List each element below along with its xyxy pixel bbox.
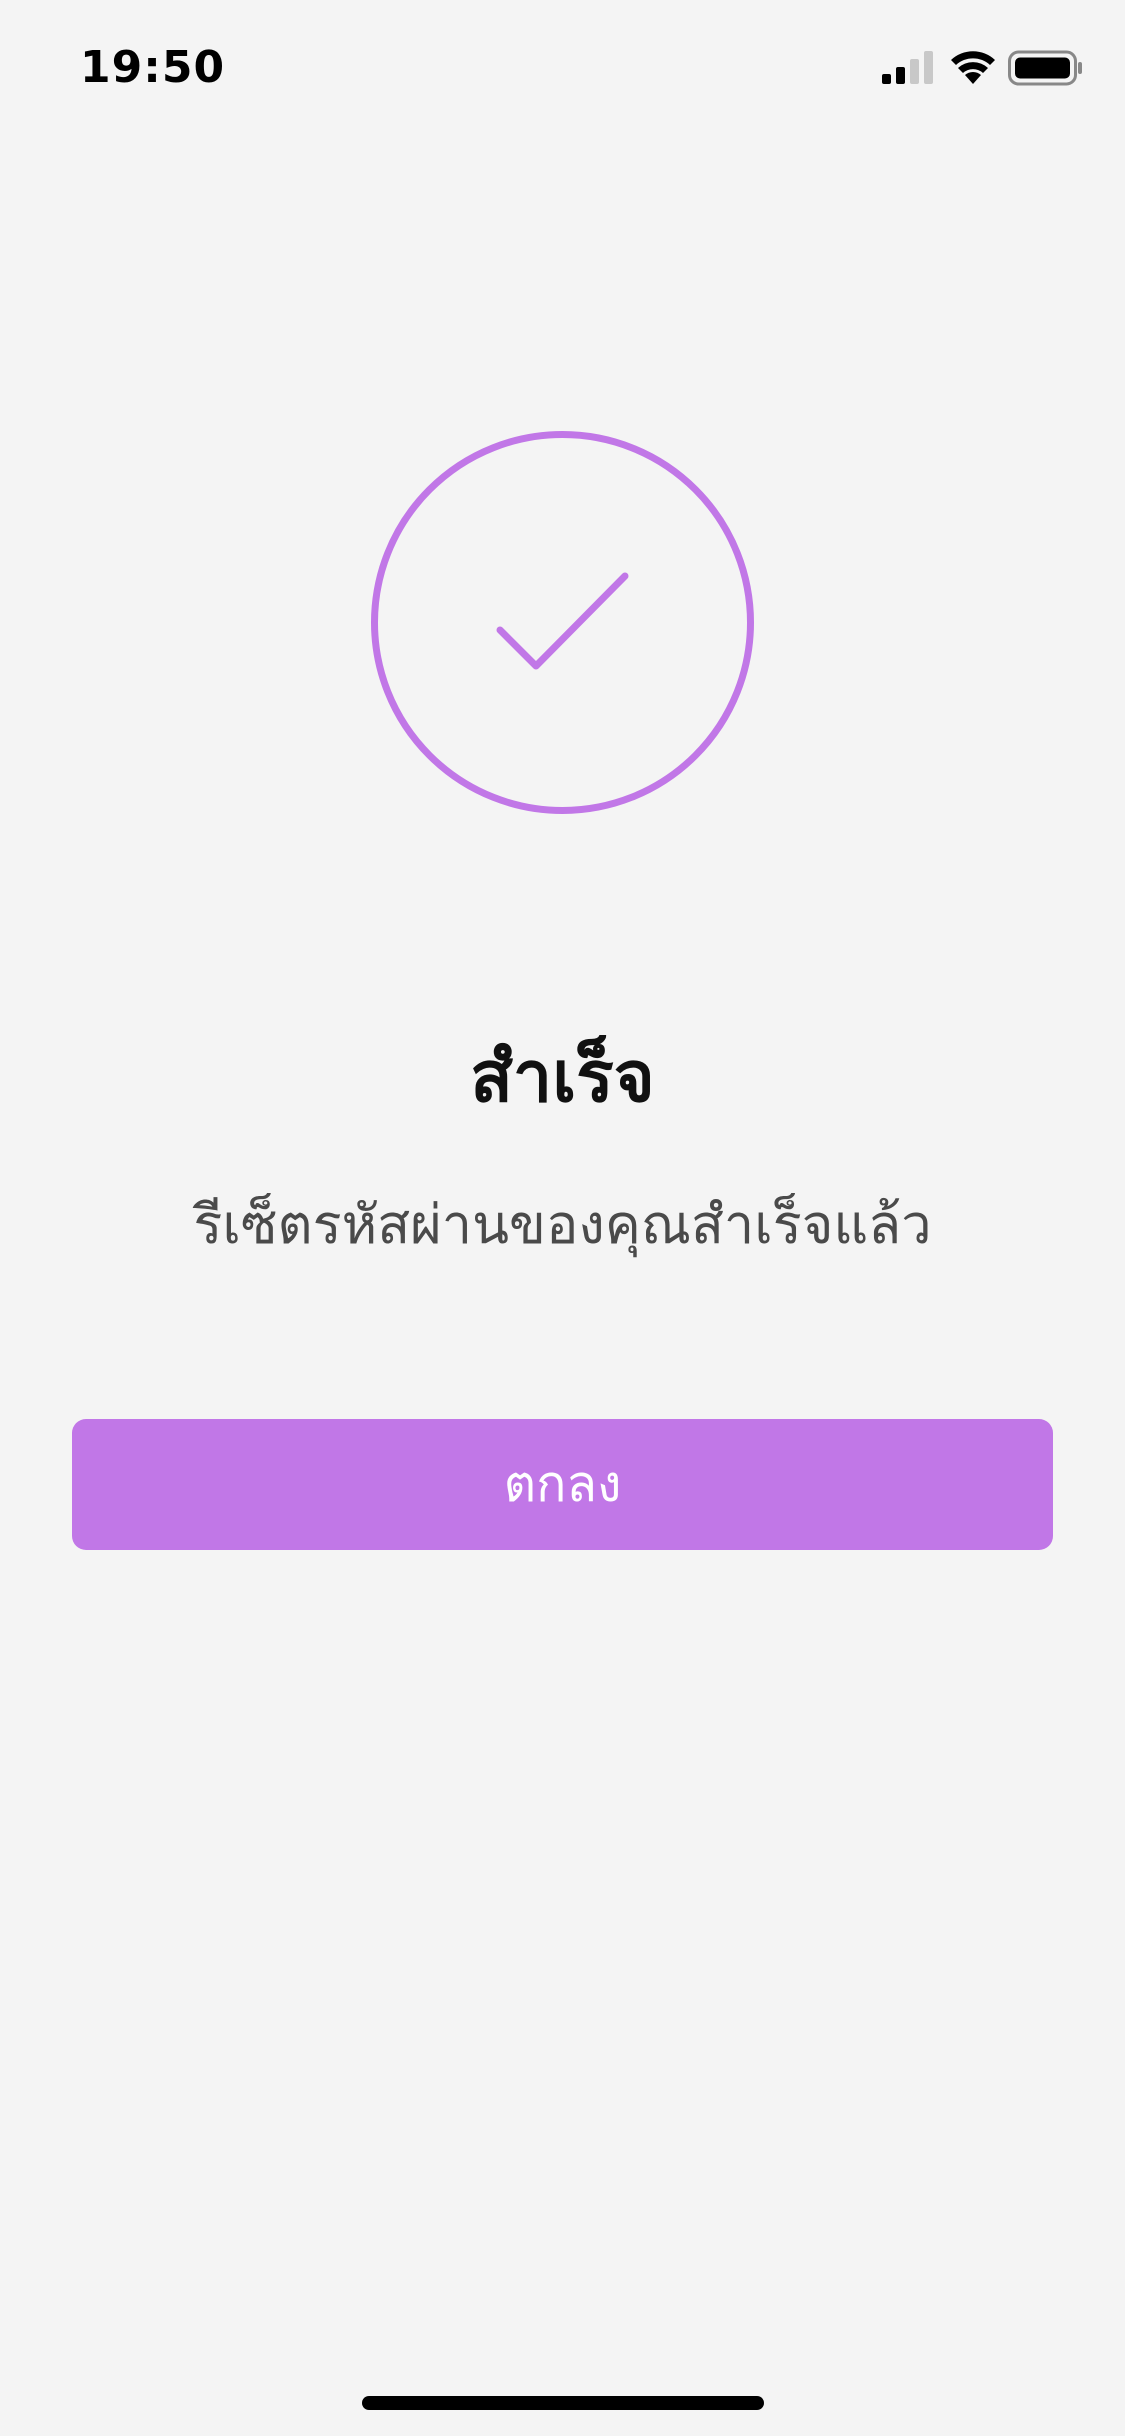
success-message: รีเซ็ตรหัสผ่านของคุณสำเร็จแล้ว	[193, 1193, 932, 1256]
status-bar: 19:50	[0, 0, 1125, 140]
signal-icon	[882, 51, 933, 84]
success-title: สำเร็จ	[470, 1036, 655, 1118]
ok-button-label: ตกลง	[503, 1455, 622, 1513]
ok-button[interactable]: ตกลง	[72, 1419, 1053, 1550]
check-circle-icon	[371, 431, 754, 814]
status-time: 19:50	[80, 42, 226, 93]
wifi-icon	[951, 51, 995, 84]
battery-icon	[1008, 50, 1082, 86]
home-indicator[interactable]	[362, 2396, 764, 2410]
